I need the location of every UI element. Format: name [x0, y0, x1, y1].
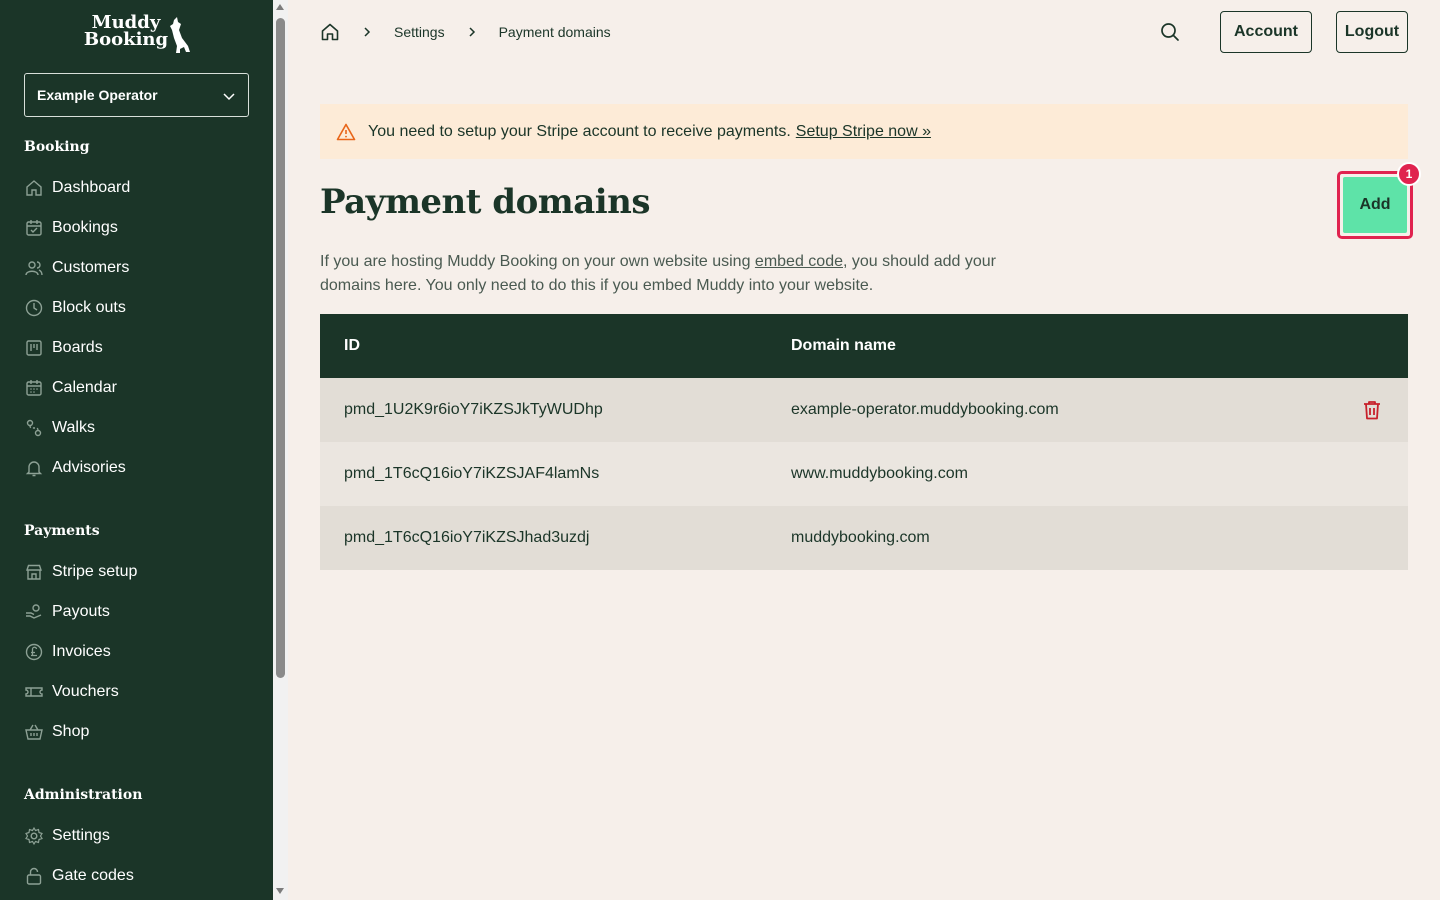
setup-stripe-link[interactable]: Setup Stripe now »: [796, 123, 931, 141]
sidebar-scrollbar[interactable]: [273, 0, 288, 900]
section-title-administration: Administration: [24, 787, 143, 803]
account-button[interactable]: Account: [1220, 11, 1312, 53]
operator-select-value: Example Operator: [37, 87, 158, 103]
column-header-id: ID: [344, 337, 360, 354]
basket-icon: [24, 722, 44, 742]
sidebar-item-block-outs[interactable]: Block outs: [24, 296, 126, 320]
scrollbar-thumb[interactable]: [276, 18, 285, 678]
cell-id: pmd_1U2K9r6ioY7iKZSJkTyWUDhp: [344, 401, 603, 418]
chevron-right-icon: [362, 26, 372, 38]
sidebar-item-label: Payouts: [52, 603, 110, 620]
warning-icon: [336, 123, 356, 141]
sidebar-item-label: Dashboard: [52, 179, 131, 196]
hand-coins-icon: [24, 602, 44, 622]
sidebar-item-label: Calendar: [52, 379, 117, 396]
cell-domain: muddybooking.com: [791, 529, 930, 546]
scroll-up-arrow-icon[interactable]: [276, 4, 284, 10]
sidebar-item-boards[interactable]: Boards: [24, 336, 103, 360]
gear-icon: [24, 826, 44, 846]
calendar-check-icon: [24, 218, 44, 238]
ticket-icon: [24, 682, 44, 702]
sidebar-item-gate-codes[interactable]: Gate codes: [24, 864, 134, 888]
logout-button[interactable]: Logout: [1336, 11, 1408, 53]
sidebar-item-stripe-setup[interactable]: Stripe setup: [24, 560, 137, 584]
sidebar-item-dashboard[interactable]: Dashboard: [24, 176, 130, 200]
home-icon: [321, 23, 339, 41]
sidebar-item-label: Settings: [52, 827, 110, 844]
stripe-setup-alert: You need to setup your Stripe account to…: [320, 104, 1408, 159]
cell-id: pmd_1T6cQ16ioY7iKZSJhad3uzdj: [344, 529, 590, 546]
store-icon: [24, 562, 44, 582]
column-header-domain: Domain name: [791, 337, 896, 354]
table-header: ID Domain name: [320, 314, 1408, 378]
alert-message: You need to setup your Stripe account to…: [368, 122, 791, 140]
sidebar-item-advisories[interactable]: Advisories: [24, 456, 126, 480]
step-badge: 1: [1397, 162, 1421, 186]
sidebar-item-label: Boards: [52, 339, 103, 356]
muddy-booking-logo[interactable]: Muddy Booking: [80, 14, 194, 54]
sidebar-item-calendar[interactable]: Calendar: [24, 376, 117, 400]
operator-select[interactable]: Example Operator: [24, 73, 249, 117]
bell-icon: [24, 458, 44, 478]
table-row: pmd_1T6cQ16ioY7iKZSJAF4lamNs www.muddybo…: [320, 442, 1408, 506]
sidebar-item-invoices[interactable]: Invoices: [24, 640, 111, 664]
sidebar-item-label: Block outs: [52, 299, 126, 316]
sidebar-item-label: Bookings: [52, 219, 118, 236]
sidebar-item-bookings[interactable]: Bookings: [24, 216, 118, 240]
breadcrumb: Settings Payment domains: [320, 20, 611, 44]
sidebar-item-walks[interactable]: Walks: [24, 416, 95, 440]
breadcrumb-home[interactable]: [320, 22, 340, 42]
sidebar-item-label: Stripe setup: [52, 563, 138, 580]
lock-icon: [24, 866, 44, 886]
sidebar-item-shop[interactable]: Shop: [24, 720, 89, 744]
sidebar-item-customers[interactable]: Customers: [24, 256, 129, 280]
cell-domain: example-operator.muddybooking.com: [791, 401, 1059, 418]
breadcrumb-current: Payment domains: [498, 24, 611, 40]
description-text: If you are hosting Muddy Booking on your…: [320, 253, 755, 270]
section-title-booking: Booking: [24, 139, 90, 155]
sidebar-item-label: Advisories: [52, 459, 126, 476]
users-icon: [24, 258, 44, 278]
chevron-down-icon: [223, 93, 235, 101]
logo-line-2: Booking: [83, 29, 169, 50]
sidebar: Muddy Booking Example Operator Booking D…: [0, 0, 273, 900]
sidebar-item-label: Shop: [52, 723, 90, 740]
sidebar-item-vouchers[interactable]: Vouchers: [24, 680, 119, 704]
pound-coin-icon: [24, 642, 44, 662]
sidebar-item-label: Invoices: [52, 643, 111, 660]
trash-icon[interactable]: [1361, 399, 1383, 421]
page-description: If you are hosting Muddy Booking on your…: [320, 250, 1000, 298]
board-icon: [24, 338, 44, 358]
page-title: Payment domains: [320, 182, 651, 222]
cell-id: pmd_1T6cQ16ioY7iKZSJAF4lamNs: [344, 465, 600, 482]
breadcrumb-settings[interactable]: Settings: [394, 24, 445, 40]
sidebar-item-label: Walks: [52, 419, 95, 436]
logo-text: Muddy Booking: [80, 14, 172, 50]
scroll-down-arrow-icon[interactable]: [276, 888, 284, 894]
home-icon: [24, 178, 44, 198]
calendar-icon: [24, 378, 44, 398]
sidebar-item-label: Vouchers: [52, 683, 119, 700]
add-button[interactable]: Add: [1343, 177, 1407, 233]
dog-icon: [170, 17, 190, 53]
table-row: pmd_1U2K9r6ioY7iKZSJkTyWUDhp example-ope…: [320, 378, 1408, 442]
chevron-right-icon: [467, 26, 477, 38]
payment-domains-table: ID Domain name pmd_1U2K9r6ioY7iKZSJkTyWU…: [320, 314, 1408, 570]
cell-domain: www.muddybooking.com: [791, 465, 968, 482]
embed-code-link[interactable]: embed code: [755, 253, 843, 270]
table-row: pmd_1T6cQ16ioY7iKZSJhad3uzdj muddybookin…: [320, 506, 1408, 570]
sidebar-item-settings[interactable]: Settings: [24, 824, 110, 848]
sidebar-item-label: Gate codes: [52, 867, 134, 884]
sidebar-item-payouts[interactable]: Payouts: [24, 600, 110, 624]
search-icon[interactable]: [1159, 21, 1181, 43]
paw-route-icon: [24, 418, 44, 438]
sidebar-item-label: Customers: [52, 259, 130, 276]
section-title-payments: Payments: [24, 523, 100, 539]
clock-icon: [24, 298, 44, 318]
